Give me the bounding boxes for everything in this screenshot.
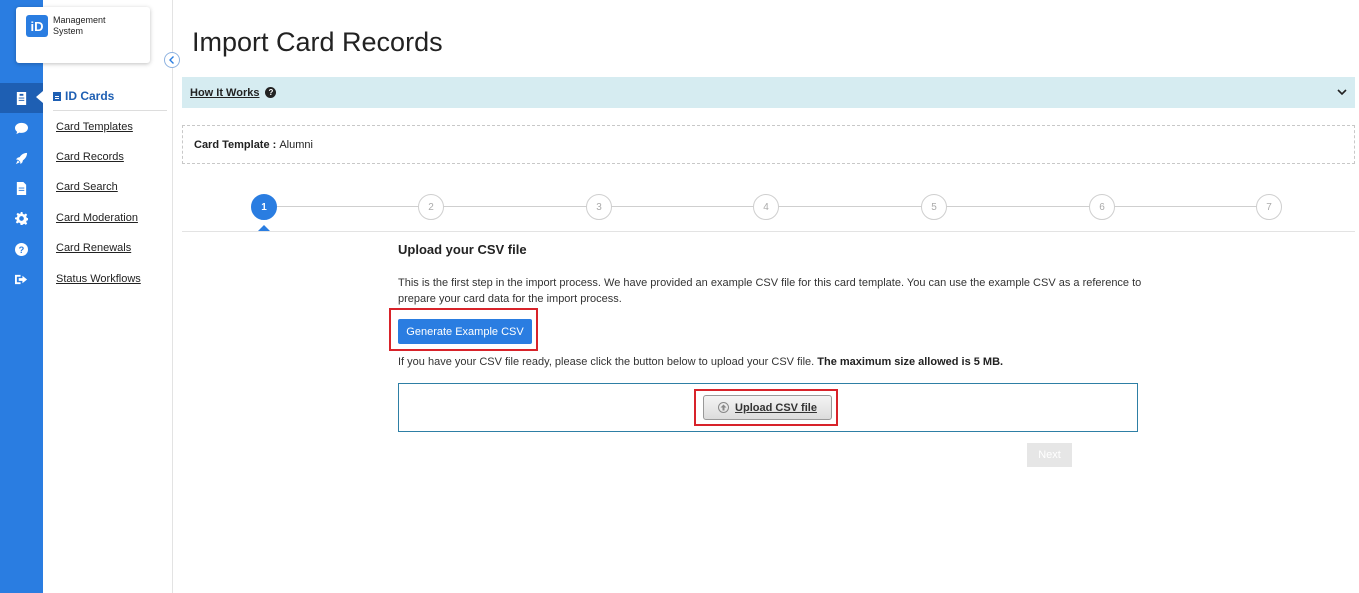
step-4[interactable]: 4 <box>753 194 779 220</box>
svg-text:?: ? <box>19 244 25 254</box>
logo-text: Management System <box>53 15 106 36</box>
id-card-icon <box>53 92 61 101</box>
sidebar-item-card-renewals[interactable]: Card Renewals <box>56 242 131 254</box>
sidebar-item-card-templates[interactable]: Card Templates <box>56 121 133 133</box>
sidebar-item-card-moderation[interactable]: Card Moderation <box>56 212 138 224</box>
upload-csv-button[interactable]: Upload CSV file <box>703 395 832 420</box>
sidebar-item-card-records[interactable]: Card Records <box>56 151 124 163</box>
rocket-icon <box>15 152 28 164</box>
sidebar-heading: ID Cards <box>53 89 167 111</box>
next-button[interactable]: Next <box>1027 443 1072 467</box>
chevron-left-icon <box>169 56 174 64</box>
step-1[interactable]: 1 <box>251 194 277 220</box>
gear-icon <box>15 211 28 225</box>
icon-rail: ? <box>0 0 43 593</box>
rail-item-launch[interactable] <box>0 143 43 173</box>
step-6[interactable]: 6 <box>1089 194 1115 220</box>
sidebar-item-status-workflows[interactable]: Status Workflows <box>56 273 141 285</box>
step-3[interactable]: 3 <box>586 194 612 220</box>
page-title: Import Card Records <box>192 27 443 57</box>
question-icon: ? <box>265 87 277 98</box>
rail-item-logout[interactable] <box>0 264 43 294</box>
upload-arrow-icon <box>718 402 730 413</box>
card-template-value: Alumni <box>279 138 313 151</box>
step-7[interactable]: 7 <box>1256 194 1282 220</box>
how-it-works-accordion[interactable]: How It Works ? <box>182 77 1355 108</box>
help-icon: ? <box>15 242 28 256</box>
rail-item-messages[interactable] <box>0 113 43 143</box>
rail-item-documents[interactable] <box>0 173 43 203</box>
stepper-divider <box>182 231 1355 232</box>
rail-active-pointer <box>36 91 43 103</box>
sidebar-item-card-search[interactable]: Card Search <box>56 181 118 193</box>
chevron-down-icon[interactable] <box>1337 87 1347 97</box>
app-logo[interactable]: iD Management System <box>16 7 150 63</box>
rail-item-help[interactable]: ? <box>0 234 43 264</box>
card-template-label: Card Template : <box>194 138 277 151</box>
card-template-info: Card Template : Alumni <box>182 125 1355 164</box>
upload-note: If you have your CSV file ready, please … <box>398 356 1004 368</box>
rail-item-settings[interactable] <box>0 203 43 233</box>
generate-example-csv-button[interactable]: Generate Example CSV <box>398 319 532 344</box>
id-card-icon <box>16 91 27 105</box>
document-icon <box>16 181 27 195</box>
step-2[interactable]: 2 <box>418 194 444 220</box>
step-title: Upload your CSV file <box>398 242 527 257</box>
logout-icon <box>15 274 28 284</box>
how-it-works-label[interactable]: How It Works <box>190 87 259 99</box>
logo-mark: iD <box>26 15 48 37</box>
upload-csv-label: Upload CSV file <box>735 401 817 414</box>
max-size-note: The maximum size allowed is 5 MB. <box>817 356 1004 368</box>
step-5[interactable]: 5 <box>921 194 947 220</box>
sidebar-collapse-button[interactable] <box>164 52 180 68</box>
chat-icon <box>15 122 28 134</box>
step-description: This is the first step in the import pro… <box>398 277 1142 305</box>
